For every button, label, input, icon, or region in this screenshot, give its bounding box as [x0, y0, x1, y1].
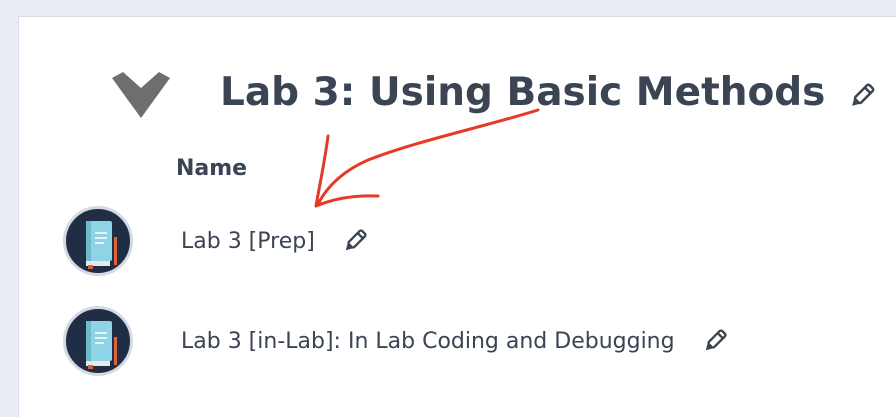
lab-3-in-lab-link[interactable]: Lab 3 [in-Lab]: In Lab Coding and Debugg…	[181, 329, 675, 354]
name-column-header[interactable]: Name	[176, 156, 247, 181]
list-item: Lab 3 [in-Lab]: In Lab Coding and Debugg…	[63, 305, 729, 377]
lab-3-prep-link[interactable]: Lab 3 [Prep]	[181, 229, 315, 254]
section-title: Lab 3: Using Basic Methods	[220, 69, 826, 115]
book-icon	[63, 306, 133, 376]
section-header: Lab 3: Using Basic Methods	[220, 62, 877, 122]
list-item: Lab 3 [Prep]	[63, 205, 369, 277]
book-icon	[63, 206, 133, 276]
pencil-icon[interactable]	[847, 81, 877, 111]
pencil-icon[interactable]	[341, 227, 369, 255]
pencil-icon[interactable]	[701, 327, 729, 355]
chevron-down-icon[interactable]	[112, 72, 170, 118]
